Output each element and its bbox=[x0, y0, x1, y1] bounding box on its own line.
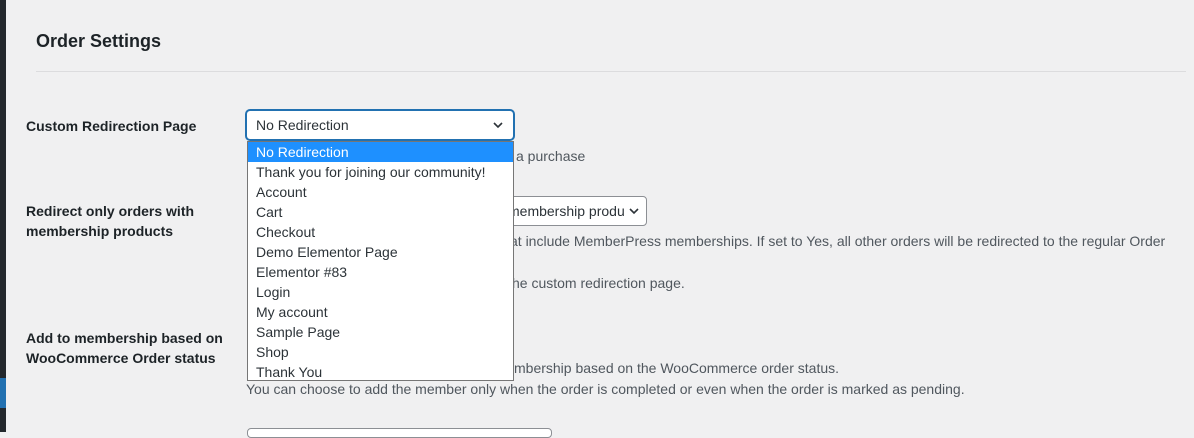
dropdown-option-elementor-83[interactable]: Elementor #83 bbox=[248, 262, 513, 282]
redirect-page-dropdown[interactable]: No Redirection Thank you for joining our… bbox=[247, 141, 514, 381]
redirect-membership-select[interactable]: membership produ bbox=[493, 196, 647, 226]
chevron-down-icon bbox=[629, 208, 639, 215]
dropdown-option-no-redirection[interactable]: No Redirection bbox=[248, 142, 513, 162]
add-membership-status-description-line1: mbership based on the WooCommerce order … bbox=[514, 360, 840, 376]
dropdown-option-checkout[interactable]: Checkout bbox=[248, 222, 513, 242]
add-membership-status-label: Add to membership based on WooCommerce O… bbox=[26, 328, 223, 368]
dropdown-option-thank-you-joining[interactable]: Thank you for joining our community! bbox=[248, 162, 513, 182]
dropdown-option-login[interactable]: Login bbox=[248, 282, 513, 302]
section-heading: Order Settings bbox=[36, 31, 162, 51]
dropdown-option-my-account[interactable]: My account bbox=[248, 302, 513, 322]
dropdown-option-demo-elementor-page[interactable]: Demo Elementor Page bbox=[248, 242, 513, 262]
dropdown-option-account[interactable]: Account bbox=[248, 182, 513, 202]
chevron-down-icon bbox=[493, 122, 503, 129]
dropdown-option-sample-page[interactable]: Sample Page bbox=[248, 322, 513, 342]
admin-menu-indicator bbox=[0, 378, 6, 408]
redirect-membership-label-line2: membership products bbox=[26, 223, 174, 239]
redirect-page-select[interactable]: No Redirection bbox=[246, 110, 514, 140]
redirect-membership-label-line1: Redirect only orders with bbox=[26, 203, 195, 219]
add-membership-status-label-line2: WooCommerce Order status bbox=[26, 350, 216, 366]
redirect-page-select-value: No Redirection bbox=[256, 117, 349, 133]
section-divider bbox=[36, 71, 1186, 72]
dropdown-option-cart[interactable]: Cart bbox=[248, 202, 513, 222]
redirect-membership-select-value: membership produ bbox=[508, 203, 625, 219]
redirect-membership-description-line2: he custom redirection page. bbox=[512, 275, 685, 291]
redirect-membership-label: Redirect only orders with membership pro… bbox=[26, 201, 194, 241]
add-membership-status-label-line1: Add to membership based on bbox=[26, 330, 223, 346]
redirect-page-description: a purchase bbox=[516, 148, 586, 164]
redirect-membership-description-line1: at include MemberPress memberships. If s… bbox=[510, 233, 1166, 249]
redirect-page-label: Custom Redirection Page bbox=[26, 118, 197, 134]
add-membership-status-select[interactable] bbox=[247, 428, 552, 438]
dropdown-option-thank-you[interactable]: Thank You bbox=[248, 362, 513, 382]
page-scroll-edge bbox=[1190, 0, 1194, 432]
dropdown-option-shop[interactable]: Shop bbox=[248, 342, 513, 362]
admin-menu-edge bbox=[0, 0, 6, 432]
add-membership-status-description-line2: You can choose to add the member only wh… bbox=[246, 381, 965, 397]
